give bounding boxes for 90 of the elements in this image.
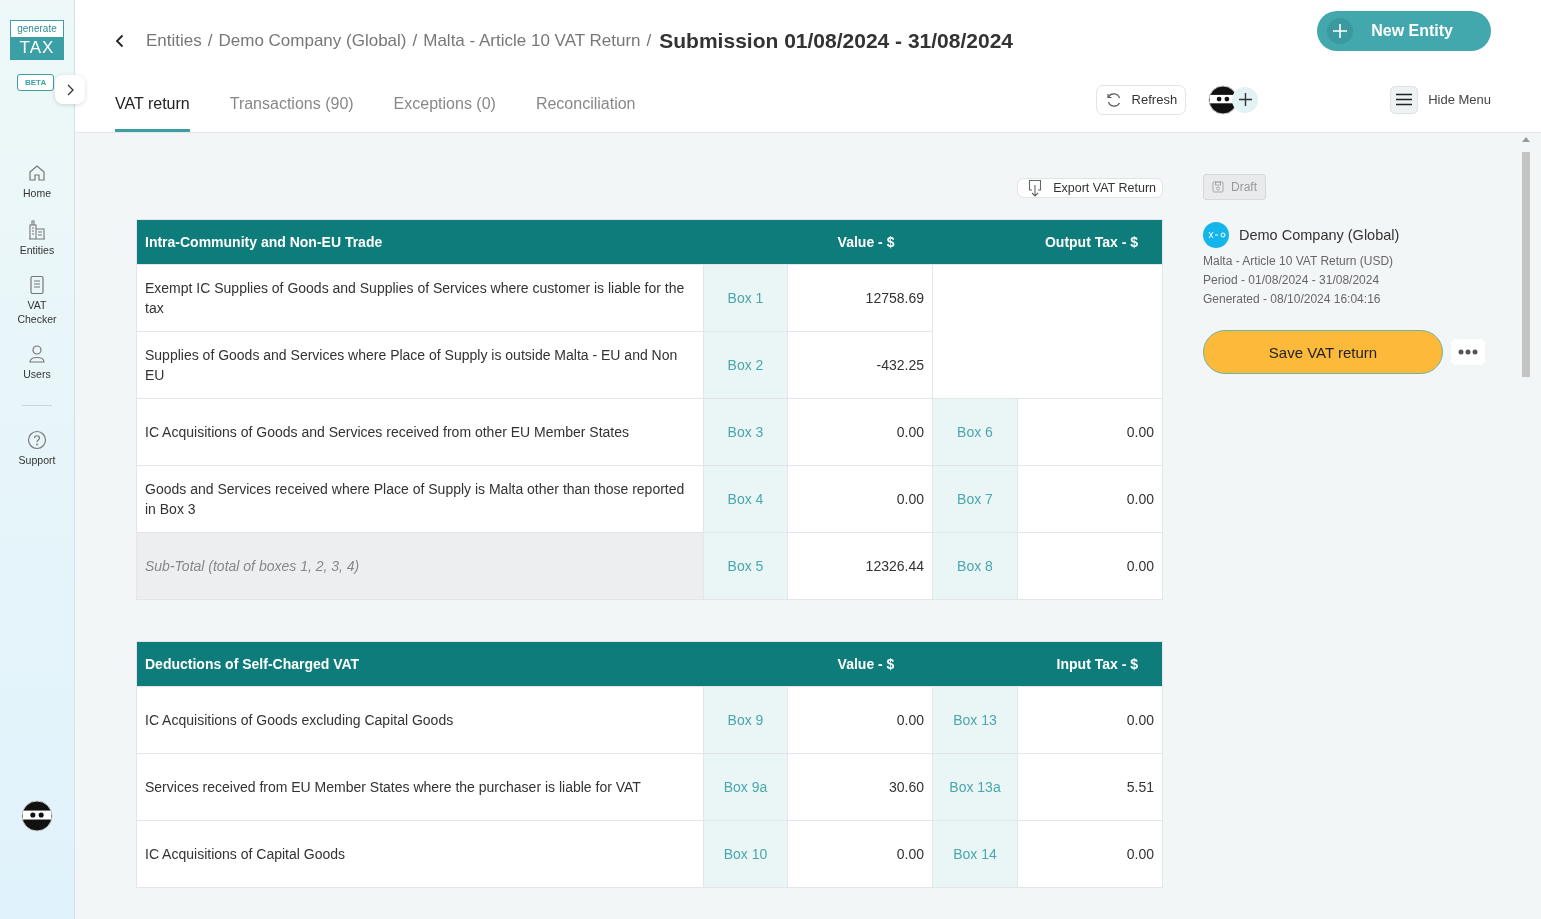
box-label: Box 9a [703,753,788,821]
logo-text: TAX [11,37,63,59]
column-heading: Output Tax - $ [932,219,1163,265]
help-icon [27,430,47,450]
download-icon [1027,179,1044,197]
value-cell: 0.00 [787,465,933,533]
breadcrumb-separator: / [412,30,418,51]
xero-logo-icon [1203,222,1229,248]
chevron-right-icon [66,83,74,96]
row-description: Goods and Services received where Place of Supply is Malta other than those reported in Box 3 [136,465,704,533]
breadcrumb-link[interactable]: Malta - Article 10 VAT Return [423,30,641,51]
tax-cell: 0.00 [1017,465,1163,533]
tax-cell: 5.51 [1017,753,1163,821]
subtotal-label: Sub-Total (total of boxes 1, 2, 3, 4) [136,532,704,600]
box-label: Box 8 [932,532,1018,600]
box-label: Box 1 [703,264,788,332]
tax-cell: 0.00 [1017,820,1163,888]
logo-text: generate [16,22,58,36]
tax-cell: 0.00 [1017,398,1163,466]
tax-cell: 0.00 [1017,532,1163,600]
scroll-thumb[interactable] [1522,152,1530,377]
nav-item[interactable]: Home [4,161,70,202]
nav-item[interactable]: Entities [4,216,70,259]
row-description: Services received from EU Member States where the purchaser is liable for VAT [136,753,704,821]
box-label: Box 9 [703,686,788,754]
row-description: IC Acquisitions of Goods and Services received from other EU Member States [136,398,704,466]
value-cell: 12326.44 [787,532,933,600]
value-cell: 0.00 [787,686,933,754]
tax-cell: 0.00 [1017,686,1163,754]
back-button[interactable] [115,33,124,48]
box-label: Box 7 [932,465,1018,533]
return-detail: Generated - 08/10/2024 16:04:16 [1203,291,1382,308]
box-label: Box 6 [932,398,1018,466]
nav-item[interactable]: VAT Checker [4,273,70,328]
box-label: Box 10 [703,820,788,888]
value-cell: -432.25 [787,331,933,399]
company-name: Demo Company (Global) [1239,227,1400,243]
add-user-button[interactable] [1232,86,1259,113]
row-description: Exempt IC Supplies of Goods and Supplies of Services where customer is liable for the tax [136,264,704,332]
return-detail: Period - 01/08/2024 - 31/08/2024 [1203,272,1381,289]
value-cell: 12758.69 [787,264,933,332]
row-description: IC Acquisitions of Capital Goods [136,820,704,888]
home-icon [27,163,47,183]
nav-item[interactable]: Support [4,428,70,469]
box-label: Box 2 [703,331,788,399]
building-icon [27,218,47,240]
refresh-icon [1105,91,1122,108]
save-vat-return-button[interactable]: Save VAT return [1203,330,1443,374]
breadcrumb-separator: / [646,30,652,51]
box-label: Box 3 [703,398,788,466]
avatar-icon [21,800,53,832]
plus-icon [1333,24,1348,38]
row-description: IC Acquisitions of Goods excluding Capital Goods [136,686,704,754]
box-label: Box 13 [932,686,1018,754]
hide-menu-button[interactable]: Hide Menu [1390,85,1491,114]
column-heading: Value - $ [787,641,933,687]
breadcrumb-link[interactable]: Demo Company (Global) [218,30,407,51]
more-options-button[interactable] [1451,339,1485,365]
page-title: Submission 01/08/2024 - 31/08/2024 [659,28,1013,53]
return-detail: Malta - Article 10 VAT Return (USD) [1203,253,1394,270]
box-label: Box 14 [932,820,1018,888]
refresh-button[interactable]: Refresh [1095,84,1187,115]
breadcrumb-link[interactable]: Entities [146,30,202,51]
status-badge: Draft [1203,174,1266,200]
plus-icon [1238,93,1252,106]
tab[interactable]: Transactions (90) [229,79,354,132]
column-heading: Value - $ [787,219,933,265]
breadcrumb-separator: / [207,30,213,51]
menu-icon [1396,93,1413,106]
column-heading: Input Tax - $ [932,641,1163,687]
box-label: Box 4 [703,465,788,533]
box-label: Box 13a [932,753,1018,821]
ellipsis-icon [1458,349,1478,355]
document-icon [29,275,45,295]
value-cell: 0.00 [787,820,933,888]
save-icon [1212,181,1224,193]
row-description: Supplies of Goods and Services where Place of Supply is outside Malta - EU and Non EU [136,331,704,399]
value-cell: 30.60 [787,753,933,821]
tab[interactable]: Reconciliation [535,79,636,132]
box-label: Box 5 [703,532,788,600]
user-icon [28,344,46,364]
chevron-left-icon [115,33,124,48]
nav-item[interactable]: Users [4,342,70,383]
scroll-up-icon[interactable] [1522,136,1530,142]
section-heading: Intra-Community and Non-EU Trade [136,219,788,265]
section-heading: Deductions of Self-Charged VAT [136,641,788,687]
tab[interactable]: Exceptions (0) [393,79,496,132]
beta-badge: BETA [17,74,55,91]
export-button[interactable]: Export VAT Return [1017,178,1163,198]
value-cell: 0.00 [787,398,933,466]
